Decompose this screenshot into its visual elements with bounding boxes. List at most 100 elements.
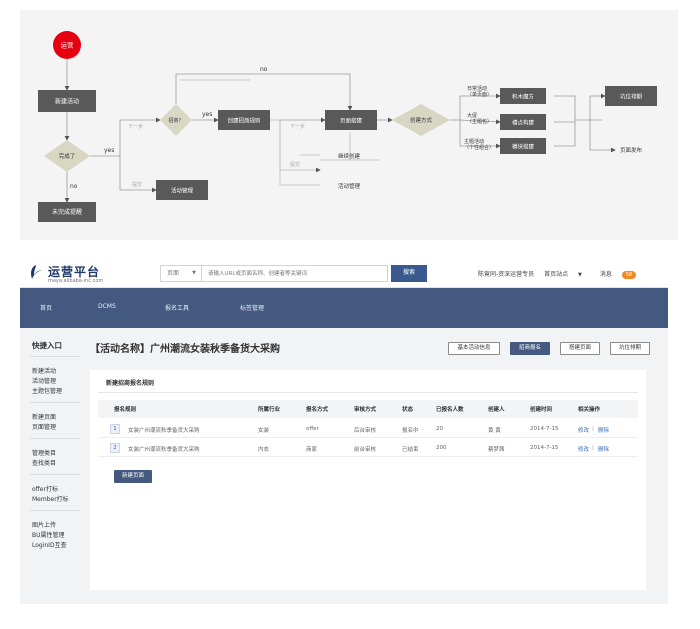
card-title: 新建招商报名规则	[106, 380, 155, 387]
row-delete-link[interactable]: 删除	[598, 445, 609, 453]
nav-item-home[interactable]: 首页	[40, 303, 52, 312]
slot-build-label: 槽点构建	[512, 119, 535, 127]
col-industry: 所属行业	[258, 407, 281, 413]
block-cube-label: 积木魔方	[512, 93, 535, 101]
yes-label-2: yes	[202, 111, 212, 118]
caret-down-icon: ▼	[192, 270, 196, 276]
row-industry: 内衣	[258, 447, 270, 453]
sidebar-item-member-tag[interactable]: Member打标	[32, 494, 69, 503]
page-publish-label: 页面发布	[620, 146, 643, 154]
finished-label: 完成了	[59, 152, 76, 160]
sidebar: 快捷入口 新建活动 活动管理 主题包管理 新建页面 页面管理 管理类目 查找类目…	[20, 328, 90, 604]
col-method: 报名方式	[306, 407, 329, 413]
sidebar-item-offer-tag[interactable]: offer打标	[32, 484, 58, 493]
row-op-separator: |	[592, 426, 594, 432]
new-activity-label: 新建活动	[55, 98, 79, 106]
site-label: 首页站点	[544, 271, 569, 278]
continue-create-label: 继续创建	[338, 152, 361, 160]
step-submit-label-1: 提交	[132, 181, 142, 188]
row-method: offer	[306, 426, 319, 432]
row-time: 2014-7-15	[530, 426, 559, 432]
sidebar-item-new-page[interactable]: 新建页面	[32, 412, 56, 421]
user-area: 陈竟同-资深运营专员 首页站点 ▼ 消息 58	[478, 269, 652, 279]
sidebar-item-new-activity[interactable]: 新建活动	[32, 366, 56, 375]
daily-label: 日常活动（单页面）	[467, 85, 492, 98]
row-count: 200	[436, 445, 447, 451]
col-creator: 创建人	[488, 407, 505, 413]
nav-item-tag-mgmt[interactable]: 标签管理	[240, 303, 264, 312]
sidebar-item-loginid[interactable]: LoginID互查	[32, 540, 67, 549]
row-op-separator: |	[592, 445, 594, 451]
col-status: 状态	[402, 407, 414, 413]
position-sort-button[interactable]: 坑位排期	[610, 342, 650, 355]
row-method: 商家	[306, 447, 318, 453]
top-bar: 运营平台 maya.alibaba-inc.com 页面 ▼ 搜索 陈竟同-资深…	[20, 260, 668, 288]
row-edit-link[interactable]: 修改	[578, 426, 589, 434]
logo-subtitle: maya.alibaba-inc.com	[48, 278, 104, 284]
row-status: 报名中	[402, 428, 419, 434]
col-rule: 报名规则	[114, 407, 137, 413]
sidebar-divider	[30, 510, 80, 511]
ops-platform-app: 运营平台 maya.alibaba-inc.com 页面 ▼ 搜索 陈竟同-资深…	[20, 260, 668, 604]
logo-icon	[31, 265, 42, 279]
main-content: 【活动名称】广州潮流女装秋季备货大采购 基本活动信息 招商报名 搭建页面 坑位排…	[90, 328, 668, 604]
create-rule-label: 创建招商规则	[227, 117, 260, 125]
row-rule: 女装广州潮流秋季备货大采购	[128, 447, 200, 453]
create-method-label: 创建方式	[410, 116, 433, 124]
sidebar-divider	[30, 402, 80, 403]
row-time: 2014-7-15	[530, 445, 559, 451]
row-count: 20	[436, 426, 443, 432]
flowchart: 运营 新建活动 完成了 未完成提醒 yes no yes no 下一步 提交 下…	[20, 10, 678, 240]
row-industry: 女装	[258, 428, 270, 434]
module-build-label: 模块搭建	[512, 143, 535, 151]
row-creator: 黄 黄	[488, 428, 501, 434]
row-edit-link[interactable]: 修改	[578, 445, 589, 453]
page-build-label: 页面搭建	[340, 117, 363, 125]
new-page-button[interactable]: 新建页面	[114, 470, 152, 483]
sidebar-item-bu-attr[interactable]: BU属性管理	[32, 530, 65, 539]
merchant-label: 招商？	[168, 117, 183, 124]
site-selector[interactable]: 首页站点 ▼	[544, 271, 590, 278]
search-input[interactable]	[202, 265, 388, 282]
sidebar-item-activity-mgmt[interactable]: 活动管理	[32, 376, 56, 385]
main-nav: 首页 DCMS 报名工具 标签管理	[20, 288, 668, 328]
search-type-value: 页面	[167, 270, 180, 277]
search-button[interactable]: 搜索	[391, 265, 427, 282]
table-header: 报名规则 所属行业 报名方式 审核方式 状态 已报名人数 创建人 创建时间 相关…	[98, 400, 638, 418]
table-row: 1 女装广州潮流秋季备货大采购 女装 offer 后台审核 报名中 20 黄 黄…	[98, 420, 638, 438]
promo-label: 大促（主题包）	[467, 112, 492, 125]
flowchart-canvas: 运营 新建活动 完成了 未完成提醒 yes no yes no 下一步 提交 下…	[38, 31, 657, 222]
activity-mgmt-label: 活动管理	[171, 187, 194, 195]
step-next-label-1: 下一步	[128, 124, 143, 130]
step-submit-label-2: 提交	[290, 161, 300, 168]
messages-label: 消息	[599, 271, 612, 278]
no-label-2: no	[260, 66, 268, 73]
table-row: 2 女装广州潮流秋季备货大采购 内衣 商家 前台审核 已结束 200 蔡梦茜 2…	[98, 439, 638, 457]
unfinished-reminder-label: 未完成提醒	[52, 208, 82, 216]
user-name-link[interactable]: 陈竟同-资深运营专员	[478, 271, 534, 278]
row-rule: 女装广州潮流秋季备货大采购	[128, 428, 200, 434]
step-next-label-2: 下一步	[290, 124, 305, 130]
sidebar-heading: 快捷入口	[32, 341, 62, 350]
card-divider	[98, 392, 638, 393]
sidebar-item-manage-category[interactable]: 管理类目	[32, 448, 56, 457]
messages-link[interactable]: 消息 58	[599, 271, 644, 279]
sidebar-item-image-upload[interactable]: 图片上传	[32, 520, 56, 529]
sidebar-divider	[30, 474, 80, 475]
sidebar-divider	[30, 356, 80, 357]
search-type-select[interactable]: 页面 ▼	[160, 265, 202, 282]
sidebar-item-theme-mgmt[interactable]: 主题包管理	[32, 386, 62, 395]
sidebar-item-find-category[interactable]: 查找类目	[32, 458, 56, 467]
col-count: 已报名人数	[436, 407, 464, 413]
basic-info-button[interactable]: 基本活动信息	[448, 342, 500, 355]
row-delete-link[interactable]: 删除	[598, 426, 609, 434]
messages-count-badge: 58	[621, 271, 637, 279]
row-creator: 蔡梦茜	[488, 447, 505, 453]
nav-item-signup-tool[interactable]: 报名工具	[165, 303, 189, 312]
row-review: 前台审核	[354, 447, 377, 453]
merchant-signup-button[interactable]: 招商报名	[510, 342, 550, 355]
caret-down-icon: ▼	[578, 272, 582, 278]
sidebar-item-page-mgmt[interactable]: 页面管理	[32, 422, 56, 431]
build-page-button[interactable]: 搭建页面	[560, 342, 600, 355]
nav-item-dcms[interactable]: DCMS	[98, 303, 116, 310]
